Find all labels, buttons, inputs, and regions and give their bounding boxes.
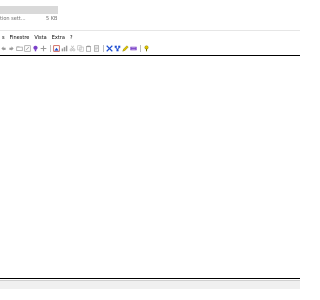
file-name-placeholder [0, 6, 58, 14]
lightbulb-icon[interactable] [32, 45, 39, 52]
paste-icon[interactable] [85, 45, 92, 52]
toolbar-separator [140, 44, 141, 52]
menu-item-help[interactable]: ? [68, 35, 76, 41]
app-window: tion sett... 5 KB s Finestre Vista Extra… [0, 0, 300, 300]
toolbar-separator [50, 44, 51, 52]
menu-item-partial[interactable]: s [0, 35, 8, 41]
resize-icon[interactable] [24, 44, 31, 52]
menu-item-extra[interactable]: Extra [50, 35, 68, 41]
file-type-text: tion sett... [0, 16, 26, 22]
document-area[interactable] [0, 55, 300, 279]
chart-icon[interactable] [61, 45, 68, 52]
tools-icon[interactable] [106, 44, 113, 52]
pencil-icon[interactable] [122, 44, 129, 52]
menu-item-finestre[interactable]: Finestre [8, 35, 33, 41]
menu-bar: s Finestre Vista Extra ? [0, 34, 300, 42]
network-icon[interactable] [114, 45, 121, 52]
help-key-icon[interactable] [143, 45, 150, 52]
undo-arrow-icon[interactable] [0, 45, 7, 52]
open-folder-icon[interactable] [16, 45, 23, 52]
image-icon[interactable] [53, 44, 60, 52]
crosshair-icon[interactable] [40, 45, 47, 52]
toolbar-separator [103, 44, 104, 52]
doc-icon[interactable] [93, 44, 100, 52]
redo-arrow-icon[interactable] [8, 45, 15, 52]
menu-item-vista[interactable]: Vista [32, 35, 49, 41]
status-bar [0, 280, 300, 289]
toolbar [0, 43, 300, 53]
cut-icon[interactable] [69, 44, 76, 52]
top-divider [0, 30, 300, 31]
file-size-text: 5 KB [46, 16, 58, 22]
keyboard-icon[interactable] [130, 45, 137, 52]
file-entry-row[interactable]: tion sett... 5 KB [0, 4, 300, 26]
copy-icon[interactable] [77, 44, 84, 52]
